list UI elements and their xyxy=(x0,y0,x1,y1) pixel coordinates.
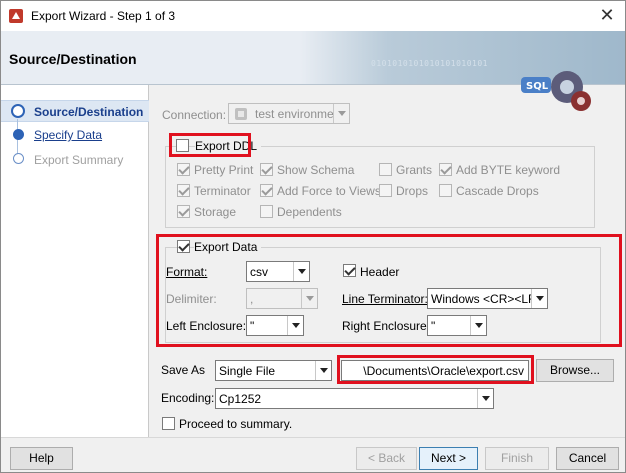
banner-title: Source/Destination xyxy=(9,51,137,67)
show-schema-label: Show Schema xyxy=(277,163,355,177)
wizard-app-icon xyxy=(9,9,23,23)
encoding-label: Encoding: xyxy=(161,391,215,405)
terminator-checkbox xyxy=(177,184,190,197)
chevron-down-icon xyxy=(333,104,349,123)
file-path-highlight xyxy=(337,355,534,384)
save-as-value: Single File xyxy=(219,364,276,378)
export-ddl-highlight xyxy=(169,133,251,157)
chevron-down-icon xyxy=(315,361,331,380)
add-force-to-views-label: Add Force to Views xyxy=(277,184,381,198)
window-title: Export Wizard - Step 1 of 3 xyxy=(31,9,176,23)
storage-label: Storage xyxy=(194,205,237,219)
cascade-drops-label: Cascade Drops xyxy=(456,184,539,198)
title-bar: Export Wizard - Step 1 of 3 ✕ xyxy=(1,1,625,31)
connection-value: test environment xyxy=(255,107,344,121)
footer-separator xyxy=(1,437,625,438)
add-force-to-views-checkbox xyxy=(260,184,273,197)
close-icon[interactable]: ✕ xyxy=(597,5,617,25)
nav-step-export-summary: Export Summary xyxy=(34,153,124,167)
step-completed-dot-icon xyxy=(13,129,24,140)
help-button[interactable]: Help xyxy=(10,447,73,470)
dependents-checkbox xyxy=(260,205,273,218)
cascade-drops-checkbox xyxy=(439,184,452,197)
connection-select: test environment xyxy=(228,103,350,124)
sql-label: SQL xyxy=(526,81,549,92)
terminator-label: Terminator xyxy=(194,184,251,198)
sql-gears-icon: SQL xyxy=(521,71,591,111)
save-as-label: Save As xyxy=(161,363,206,377)
drops-checkbox xyxy=(379,184,392,197)
dependents-label: Dependents xyxy=(277,205,342,219)
binary-decoration: 0101010101010101010101 xyxy=(371,59,488,68)
nav-step-specify-data[interactable]: Specify Data xyxy=(34,128,102,142)
grants-label: Grants xyxy=(396,163,433,177)
export-wizard-window: Export Wizard - Step 1 of 3 ✕ Source/Des… xyxy=(0,0,626,473)
next-button[interactable]: Next > xyxy=(419,447,478,470)
add-byte-keyword-checkbox xyxy=(439,163,452,176)
export-data-highlight xyxy=(156,234,622,347)
proceed-to-summary-label: Proceed to summary. xyxy=(179,417,293,431)
save-as-select[interactable]: Single File xyxy=(215,360,332,381)
wizard-banner: Source/Destination 010101010101010101010… xyxy=(1,31,625,111)
connection-label: Connection: xyxy=(162,108,227,122)
add-byte-keyword-label: Add BYTE keyword xyxy=(456,163,561,177)
nav-step-source-destination[interactable]: Source/Destination xyxy=(34,105,143,119)
drops-label: Drops xyxy=(396,184,429,198)
cancel-button[interactable]: Cancel xyxy=(556,447,619,470)
finish-button: Finish xyxy=(485,447,549,470)
chevron-down-icon xyxy=(477,389,493,408)
browse-button[interactable]: Browse... xyxy=(536,359,614,382)
proceed-to-summary-checkbox[interactable] xyxy=(162,417,175,430)
step-pending-dot-icon xyxy=(13,153,24,164)
pretty-print-label: Pretty Print xyxy=(194,163,254,177)
show-schema-checkbox xyxy=(260,163,273,176)
storage-checkbox xyxy=(177,205,190,218)
grants-checkbox xyxy=(379,163,392,176)
encoding-value: Cp1252 xyxy=(219,392,262,406)
pretty-print-checkbox xyxy=(177,163,190,176)
encoding-select[interactable]: Cp1252 xyxy=(215,388,494,409)
database-connection-icon xyxy=(235,108,247,120)
back-button: < Back xyxy=(356,447,417,470)
step-active-dot-icon xyxy=(11,104,25,118)
